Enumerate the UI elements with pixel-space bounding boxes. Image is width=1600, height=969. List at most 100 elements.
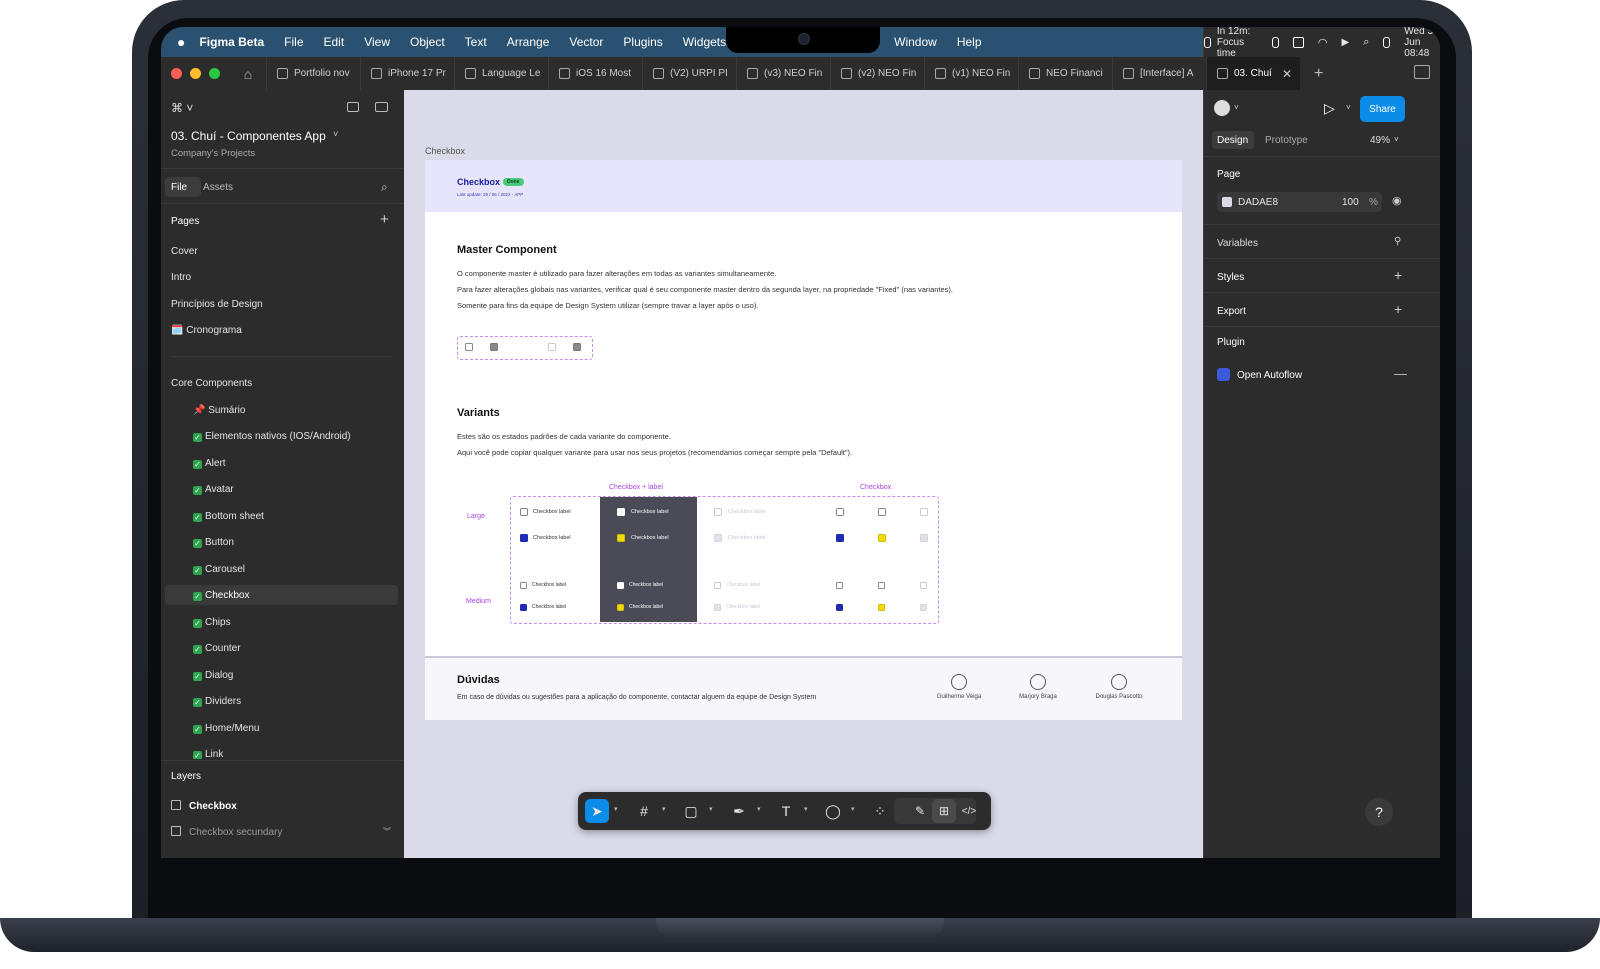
page-item-sumario[interactable]: 📌 Sumário [193, 405, 245, 416]
clock[interactable]: Wed 3 Jun 08:48 [1404, 27, 1440, 59]
page-item-elementos[interactable]: ✓ Elementos nativos (IOS/Android) [193, 431, 351, 442]
variant-checkbox[interactable] [617, 508, 625, 516]
chevron-down-icon[interactable]: ▾ [614, 805, 618, 813]
tab-prototype[interactable]: Prototype [1265, 135, 1308, 146]
tab-active-file[interactable]: 03. Chuí ✕ [1206, 57, 1300, 90]
play-icon[interactable]: ▶ [1342, 37, 1350, 48]
page-fill-input[interactable]: DADAE8 100 % [1217, 192, 1382, 212]
layer-checkbox[interactable]: Checkbox [171, 800, 237, 812]
variant-checkbox[interactable] [920, 508, 928, 516]
menu-widgets[interactable]: Widgets [683, 35, 726, 49]
menu-window[interactable]: Window [894, 35, 937, 49]
chevron-down-icon[interactable]: ▾ [662, 805, 666, 813]
tab-assets[interactable]: Assets [203, 182, 233, 193]
tab-file[interactable]: NEO Financi [1018, 57, 1112, 90]
variables-icon[interactable]: ⚲ [1394, 236, 1401, 247]
menu-file[interactable]: File [284, 35, 303, 49]
menu-vector[interactable]: Vector [569, 35, 603, 49]
panel-icon[interactable] [375, 102, 388, 112]
page-item-carousel[interactable]: ✓ Carousel [193, 564, 245, 575]
plugin-open-autoflow[interactable]: Open Autoflow [1237, 370, 1302, 381]
canvas[interactable]: Checkbox Checkbox Done Last update: 29 / … [404, 90, 1203, 858]
calendar-icon[interactable] [1204, 36, 1211, 48]
collapse-icon[interactable]: ︾ [383, 826, 391, 837]
tab-file[interactable]: Portfolio nov [266, 57, 360, 90]
home-icon[interactable]: ⌂ [236, 62, 260, 86]
variant-checkbox-checked[interactable] [714, 534, 722, 542]
sidebar-toggle-icon[interactable] [1414, 65, 1430, 79]
page-item-button[interactable]: ✓ Button [193, 537, 234, 548]
zoom-level[interactable]: 49% [1370, 135, 1390, 146]
chevron-down-icon[interactable]: ˅ [1346, 103, 1351, 112]
comment-tool-icon[interactable]: ◯ [821, 799, 845, 823]
variant-checkbox[interactable] [836, 582, 843, 589]
close-window-button[interactable] [171, 68, 182, 79]
page-item-core-components[interactable]: Core Components [171, 378, 252, 389]
tab-file[interactable]: Language Le [454, 57, 548, 90]
page-item-dividers[interactable]: ✓ Dividers [193, 696, 241, 707]
variant-checkbox-checked[interactable] [836, 534, 844, 542]
new-tab-icon[interactable]: + [1314, 65, 1323, 83]
tab-file[interactable]: (v3) NEO Fin [736, 57, 830, 90]
chevron-down-icon[interactable]: ▾ [851, 805, 855, 813]
avatar[interactable] [1214, 100, 1230, 116]
apple-icon[interactable]: ● [177, 34, 185, 50]
checkbox-frame[interactable]: Checkbox Done Last update: 29 / 06 / 2022… [425, 160, 1182, 720]
master-checkbox[interactable] [548, 343, 556, 351]
page-opacity-value[interactable]: 100 [1342, 197, 1359, 208]
master-checkbox[interactable] [573, 343, 581, 351]
chevron-down-icon[interactable]: ˅ [1394, 135, 1399, 144]
share-button[interactable]: Share [1360, 96, 1405, 122]
text-tool-icon[interactable]: T [774, 799, 798, 823]
wifi-icon[interactable]: ◠ [1318, 36, 1328, 49]
variant-checkbox-checked[interactable] [617, 604, 624, 611]
variant-checkbox-checked[interactable] [617, 534, 625, 542]
variant-checkbox-checked[interactable] [714, 604, 721, 611]
tab-file[interactable]: [Interface] A [1112, 57, 1206, 90]
page-item-principios[interactable]: Princípios de Design [171, 299, 263, 310]
zoom-window-button[interactable] [209, 68, 220, 79]
resources-tool-icon[interactable]: ⁘ [868, 799, 892, 823]
chevron-down-icon[interactable]: ▾ [709, 805, 713, 813]
menu-edit[interactable]: Edit [324, 35, 345, 49]
variant-checkbox-checked[interactable] [920, 604, 927, 611]
page-item-intro[interactable]: Intro [171, 272, 191, 283]
battery-icon[interactable] [1293, 36, 1304, 48]
variant-checkbox[interactable] [520, 582, 527, 589]
menu-arrange[interactable]: Arrange [507, 35, 550, 49]
variant-checkbox[interactable] [520, 508, 528, 516]
search-icon[interactable]: ⌕ [381, 180, 388, 195]
master-checkbox[interactable] [490, 343, 498, 351]
page-item-dialog[interactable]: ✓ Dialog [193, 670, 233, 681]
variant-checkbox-checked[interactable] [878, 534, 886, 542]
variant-checkbox-checked[interactable] [920, 534, 928, 542]
page-item-home-menu[interactable]: ✓ Home/Menu [193, 723, 259, 734]
variants-box[interactable] [510, 496, 939, 624]
menu-text[interactable]: Text [465, 35, 487, 49]
add-export-icon[interactable]: + [1394, 301, 1402, 317]
layout-icon[interactable] [1272, 36, 1280, 48]
project-subtitle[interactable]: Company's Projects [171, 148, 255, 159]
project-title[interactable]: 03. Chuí - Componentes App [171, 129, 326, 143]
tab-file-panel[interactable]: File [171, 182, 187, 193]
variant-checkbox-checked[interactable] [520, 534, 528, 542]
focus-status[interactable]: In 12m: Focus time [1217, 27, 1258, 59]
app-name[interactable]: Figma Beta [199, 35, 264, 49]
page-item-chips[interactable]: ✓ Chips [193, 617, 231, 628]
variant-checkbox[interactable] [878, 508, 886, 516]
menu-help[interactable]: Help [957, 35, 982, 49]
layer-checkbox-secundary[interactable]: Checkbox secundary [171, 826, 282, 838]
tab-file[interactable]: iOS 16 Most [548, 57, 642, 90]
color-swatch[interactable] [1222, 197, 1232, 207]
variant-checkbox-checked[interactable] [836, 604, 843, 611]
help-button[interactable]: ? [1365, 798, 1393, 826]
master-checkbox[interactable] [465, 343, 473, 351]
menu-plugins[interactable]: Plugins [623, 35, 662, 49]
variant-checkbox-checked[interactable] [878, 604, 885, 611]
page-item-counter[interactable]: ✓ Counter [193, 643, 241, 654]
remove-plugin-icon[interactable]: — [1394, 366, 1407, 381]
tab-file[interactable]: iPhone 17 Pr [360, 57, 454, 90]
frame-tool-icon[interactable]: # [632, 799, 656, 823]
chevron-down-icon[interactable]: ▾ [757, 805, 761, 813]
close-tab-icon[interactable]: ✕ [1282, 67, 1292, 81]
